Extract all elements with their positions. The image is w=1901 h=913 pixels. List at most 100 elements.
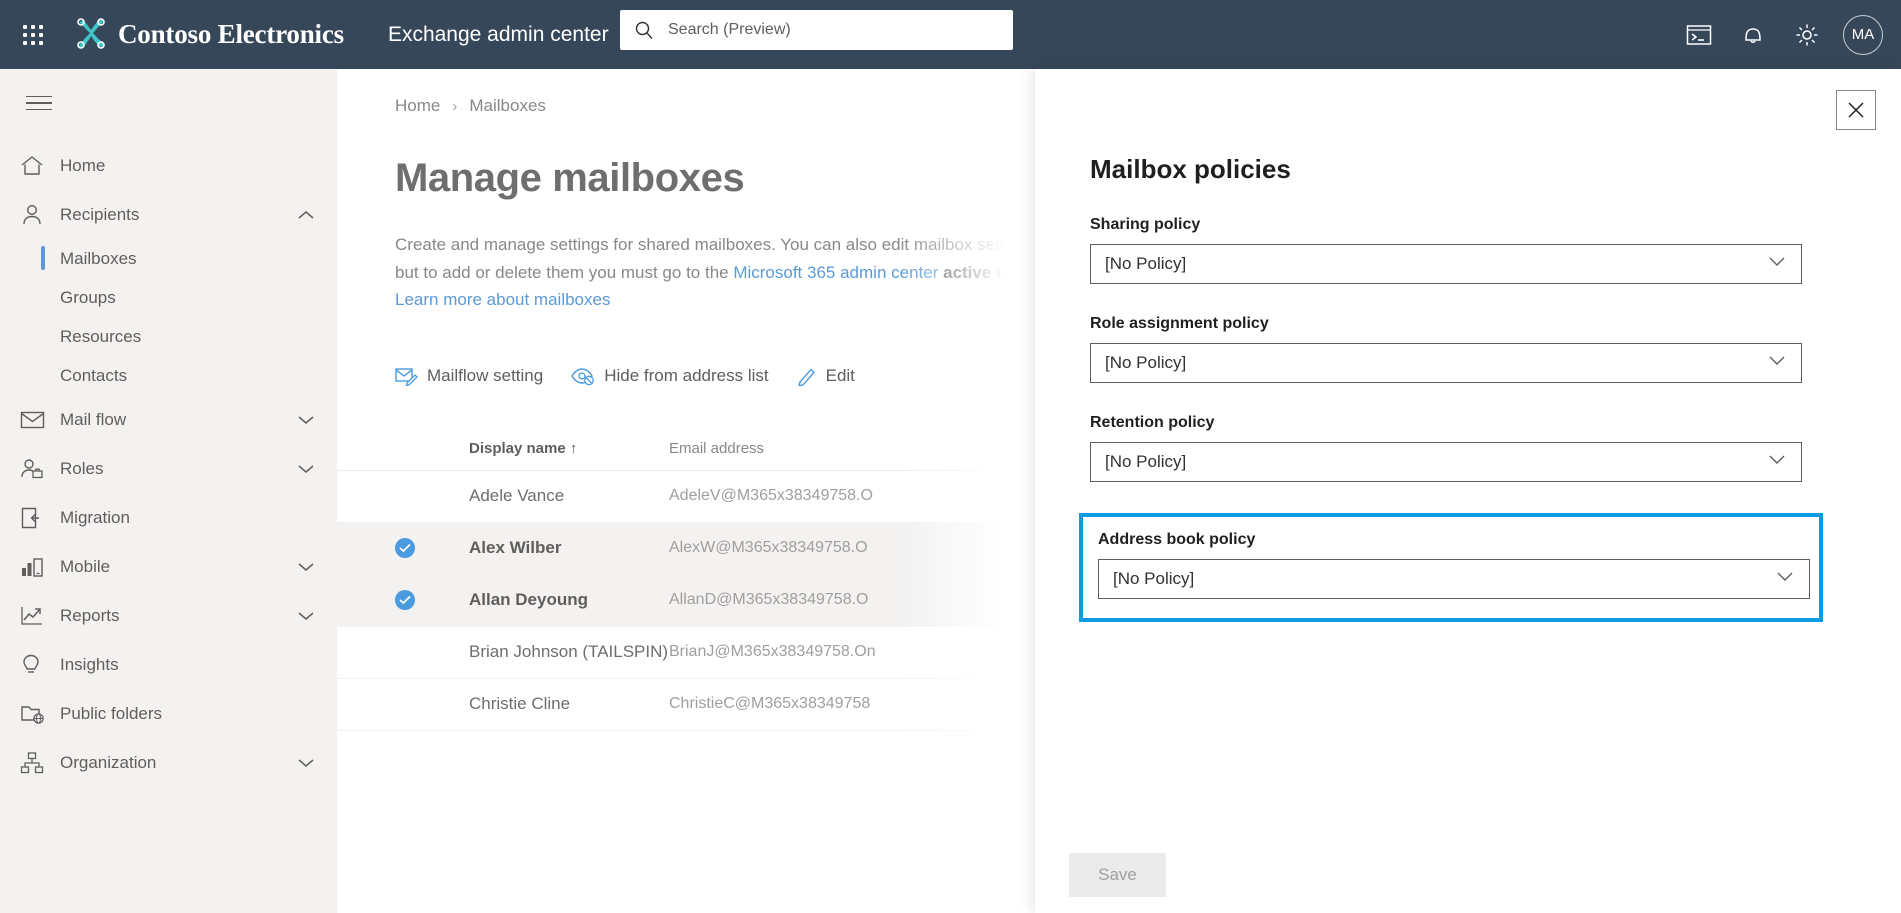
sidebar-item-label: Resources <box>60 326 142 346</box>
sidebar: Home Recipients Mailboxes Groups Resourc… <box>0 69 337 913</box>
sidebar-item-recipients[interactable]: Recipients <box>0 190 337 239</box>
app-launcher-icon[interactable] <box>18 20 48 50</box>
sidebar-item-label: Home <box>60 155 106 175</box>
sidebar-item-mail-flow[interactable]: Mail flow <box>0 395 337 444</box>
chevron-down-icon[interactable] <box>297 414 315 426</box>
field-label: Address book policy <box>1098 531 1256 548</box>
microsoft-365-admin-link[interactable]: Microsoft 365 admin center <box>733 263 938 282</box>
select-value: [No Policy] <box>1113 569 1195 588</box>
sidebar-item-mailboxes[interactable]: Mailboxes <box>0 239 337 278</box>
role-assignment-policy-select[interactable]: [No Policy] <box>1090 343 1802 383</box>
mailflow-setting-button[interactable]: Mailflow setting <box>395 366 543 386</box>
field-address-book-policy: Address book policy [No Policy] <box>1079 513 1823 622</box>
hide-from-address-list-button[interactable]: Hide from address list <box>571 366 769 386</box>
cell-display-name: Christie Cline <box>469 694 571 714</box>
sidebar-item-migration[interactable]: Migration <box>0 493 337 542</box>
hamburger-menu-icon[interactable] <box>20 79 68 127</box>
sidebar-item-label: Migration <box>60 507 130 527</box>
cell-display-name: Adele Vance <box>469 486 565 506</box>
sidebar-item-label: Recipients <box>60 204 140 224</box>
sharing-policy-select[interactable]: [No Policy] <box>1090 244 1802 284</box>
cell-display-name: Allan Deyoung <box>469 590 589 610</box>
learn-more-link[interactable]: Learn more about mailboxes <box>395 290 610 309</box>
chevron-down-icon[interactable] <box>297 610 315 622</box>
chevron-down-icon[interactable] <box>297 561 315 573</box>
terminal-icon[interactable] <box>1675 11 1723 59</box>
envelope-icon <box>20 410 60 430</box>
sidebar-nav: Home Recipients Mailboxes Groups Resourc… <box>0 141 337 787</box>
table-row[interactable]: Allan Deyoung AllanD@M365x38349758.O <box>337 574 1157 627</box>
breadcrumb-home[interactable]: Home <box>395 96 440 116</box>
chevron-down-icon <box>1775 570 1795 588</box>
envelope-edit-icon <box>395 367 418 386</box>
chevron-down-icon <box>1767 354 1787 372</box>
row-checkbox[interactable] <box>395 538 469 559</box>
row-checkbox[interactable] <box>395 590 469 611</box>
sidebar-item-groups[interactable]: Groups <box>0 278 337 317</box>
sort-ascending-icon: ↑ <box>569 439 578 457</box>
retention-policy-select[interactable]: [No Policy] <box>1090 442 1802 482</box>
eye-hide-icon <box>571 367 595 385</box>
home-icon <box>20 155 60 177</box>
brand-name: Contoso Electronics <box>118 19 344 49</box>
column-label: Email address <box>669 439 765 457</box>
gear-icon[interactable] <box>1783 11 1831 59</box>
sidebar-item-label: Insights <box>60 654 119 674</box>
migration-icon <box>20 506 60 530</box>
table-row[interactable]: Brian Johnson (TAILSPIN) BrianJ@M365x383… <box>337 627 1157 679</box>
chevron-up-icon[interactable] <box>297 209 315 221</box>
column-label: Display name <box>469 439 566 457</box>
person-icon <box>20 203 60 227</box>
close-icon[interactable] <box>1836 90 1876 130</box>
sidebar-item-label: Mailboxes <box>60 248 137 268</box>
sidebar-item-label: Public folders <box>60 703 163 723</box>
address-book-policy-select[interactable]: [No Policy] <box>1098 559 1810 599</box>
chevron-down-icon <box>1767 255 1787 273</box>
table-row[interactable]: Adele Vance AdeleV@M365x38349758.O <box>337 471 1157 523</box>
search-icon <box>635 21 653 39</box>
sidebar-item-mobile[interactable]: Mobile <box>0 542 337 591</box>
trend-chart-icon <box>20 605 60 627</box>
toolbar-button-label: Edit <box>825 365 855 385</box>
sidebar-item-contacts[interactable]: Contacts <box>0 356 337 395</box>
field-retention-policy: Retention policy [No Policy] <box>1090 414 1802 482</box>
table-row[interactable]: Alex Wilber AlexW@M365x38349758.O <box>337 522 1157 575</box>
field-role-assignment-policy: Role assignment policy [No Policy] <box>1090 315 1802 383</box>
cell-display-name: Brian Johnson (TAILSPIN) <box>469 642 669 662</box>
sidebar-item-label: Reports <box>60 605 120 625</box>
edit-button[interactable]: Edit <box>797 366 855 386</box>
page-description: Create and manage settings for shared ma… <box>395 231 1095 314</box>
sidebar-item-label: Groups <box>60 287 116 307</box>
save-button[interactable]: Save <box>1069 853 1166 897</box>
field-sharing-policy: Sharing policy [No Policy] <box>1090 216 1802 284</box>
search-input[interactable] <box>668 21 999 39</box>
search-box[interactable] <box>620 10 1013 50</box>
avatar-initials: MA <box>1851 26 1875 43</box>
field-label: Retention policy <box>1090 414 1215 431</box>
sidebar-item-label: Organization <box>60 752 157 772</box>
bell-icon[interactable] <box>1729 11 1777 59</box>
app-header: Contoso Electronics Exchange admin cente… <box>0 0 1901 69</box>
sidebar-item-organization[interactable]: Organization <box>0 738 337 787</box>
sidebar-item-roles[interactable]: Roles <box>0 444 337 493</box>
mailbox-policies-panel: Mailbox policies Sharing policy [No Poli… <box>1035 69 1901 913</box>
chevron-down-icon[interactable] <box>297 463 315 475</box>
sidebar-item-resources[interactable]: Resources <box>0 317 337 356</box>
sidebar-item-label: Mobile <box>60 556 111 576</box>
sidebar-item-reports[interactable]: Reports <box>0 591 337 640</box>
select-value: [No Policy] <box>1105 353 1187 372</box>
sidebar-item-public-folders[interactable]: Public folders <box>0 689 337 738</box>
chevron-down-icon[interactable] <box>297 757 315 769</box>
sidebar-item-home[interactable]: Home <box>0 141 337 190</box>
select-value: [No Policy] <box>1105 452 1187 471</box>
avatar[interactable]: MA <box>1843 14 1883 55</box>
checkmark-icon <box>395 538 415 559</box>
breadcrumb-mailboxes[interactable]: Mailboxes <box>469 96 546 116</box>
panel-title: Mailbox policies <box>1090 154 1291 184</box>
sidebar-item-insights[interactable]: Insights <box>0 640 337 689</box>
column-header-display-name[interactable]: Display name ↑ <box>469 440 669 457</box>
brand[interactable]: Contoso Electronics <box>74 17 344 52</box>
contoso-logo-icon <box>77 17 105 49</box>
table-row[interactable]: Christie Cline ChristieC@M365x38349758 <box>337 679 1157 731</box>
mailboxes-table: Display name ↑ Email address Adele Vance… <box>337 427 1157 731</box>
